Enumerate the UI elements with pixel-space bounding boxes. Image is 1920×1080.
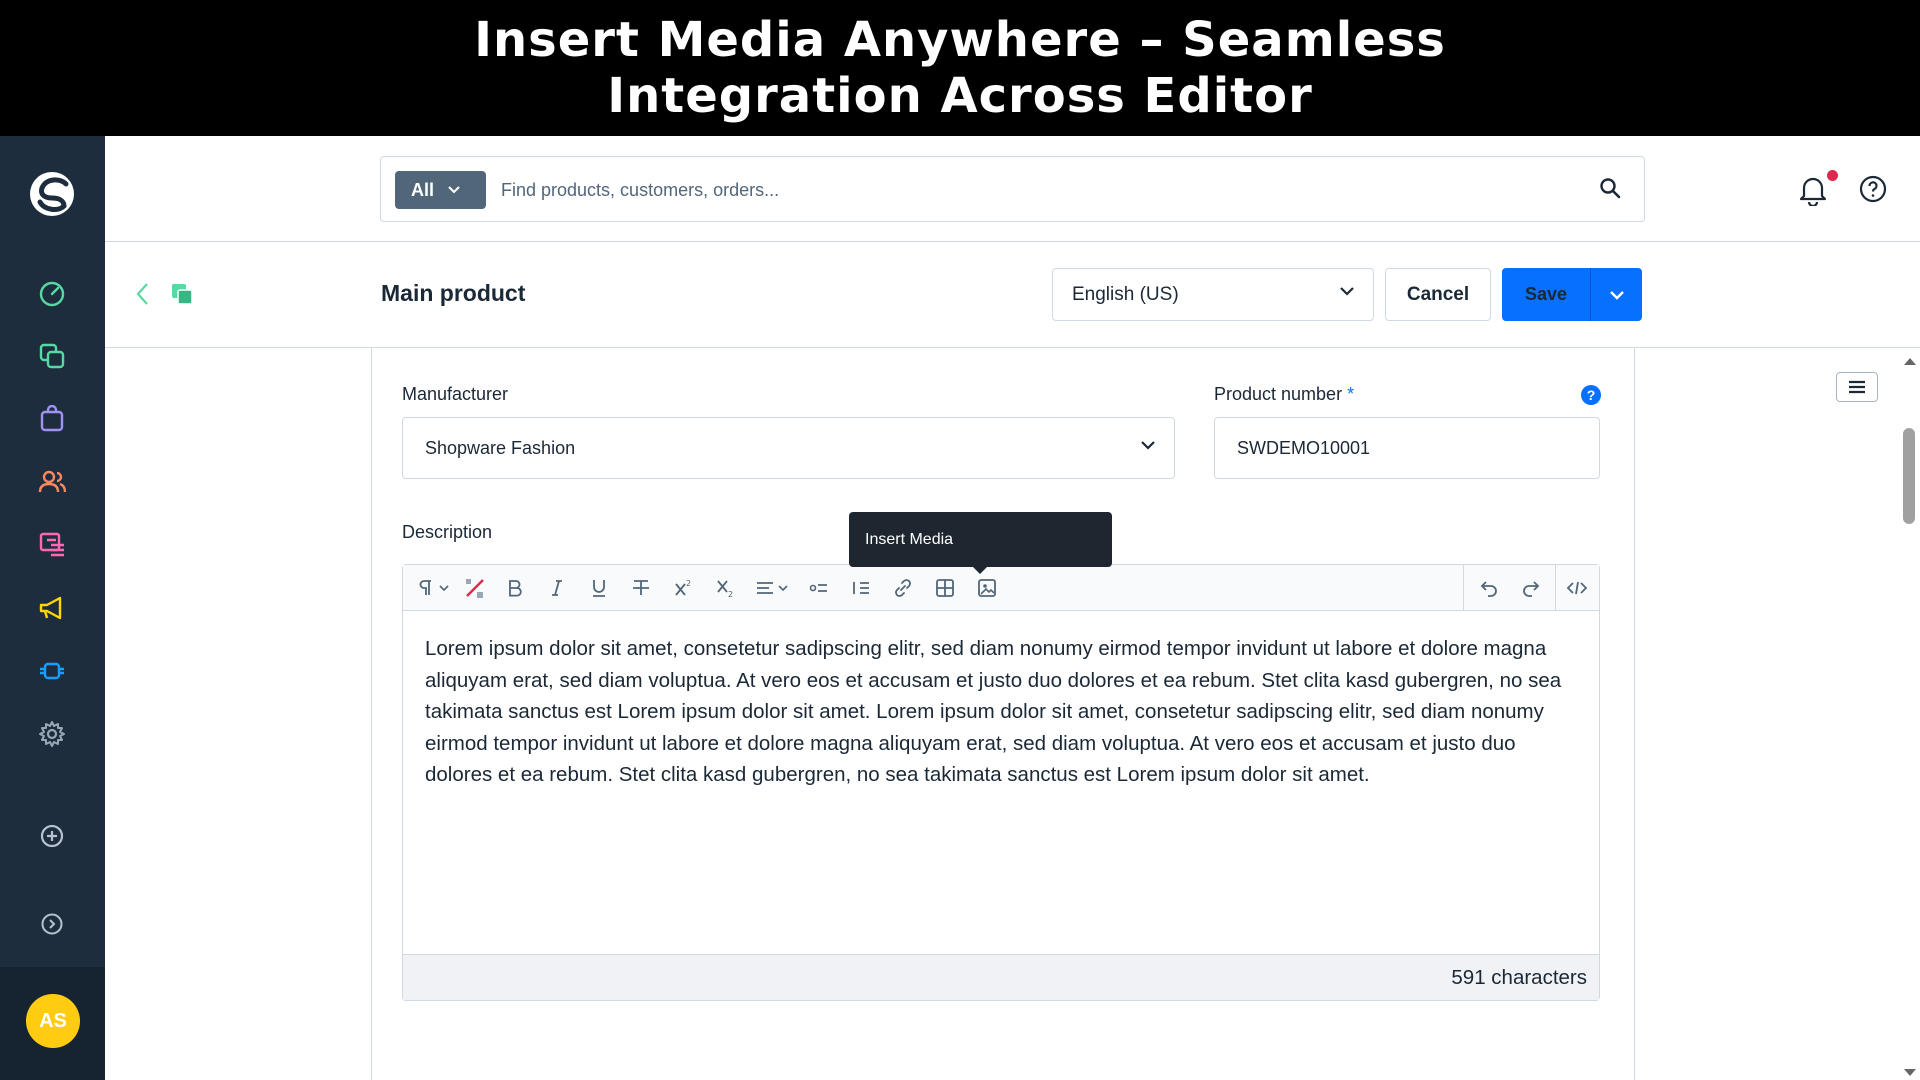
save-options-toggle[interactable]	[1591, 268, 1642, 321]
language-value: English (US)	[1072, 283, 1179, 305]
italic-icon[interactable]	[543, 575, 571, 601]
chevron-down-icon	[1141, 441, 1155, 450]
underline-icon[interactable]	[585, 575, 613, 601]
catalogues-icon[interactable]	[36, 340, 68, 372]
editor-footer: 591 characters	[403, 954, 1599, 1000]
strikethrough-icon[interactable]	[627, 575, 655, 601]
scroll-down-arrow-icon[interactable]	[1904, 1069, 1916, 1076]
avatar[interactable]: AS	[26, 994, 80, 1048]
toolbar-divider	[1555, 565, 1556, 611]
cancel-button[interactable]: Cancel	[1385, 268, 1491, 321]
bullet-list-icon[interactable]	[805, 575, 833, 601]
marketing-icon[interactable]	[36, 592, 68, 624]
expand-sidebar-icon[interactable]	[36, 908, 68, 940]
chevron-down-icon	[448, 186, 460, 194]
paragraph-format-icon[interactable]	[417, 575, 453, 601]
add-circle-icon[interactable]	[36, 820, 68, 852]
superscript-icon[interactable]: 2	[669, 575, 697, 601]
scroll-thumb[interactable]	[1903, 428, 1915, 524]
scroll-up-arrow-icon[interactable]	[1904, 358, 1916, 365]
title-banner: Insert Media Anywhere – Seamless Integra…	[0, 0, 1920, 136]
code-view-icon[interactable]	[1561, 575, 1593, 601]
save-button[interactable]: Save	[1502, 268, 1590, 321]
help-icon[interactable]	[1858, 174, 1888, 204]
extensions-icon[interactable]	[36, 655, 68, 687]
search-scope-label: All	[411, 179, 435, 200]
admin-sidebar: AS	[0, 136, 105, 1080]
global-search: All	[380, 156, 1645, 222]
back-arrow-icon[interactable]	[135, 282, 149, 306]
search-scope-dropdown[interactable]: All	[395, 171, 486, 209]
product-number-field[interactable]: SWDEMO10001	[1214, 417, 1600, 479]
manufacturer-value: Shopware Fashion	[425, 437, 576, 458]
manufacturer-select[interactable]: Shopware Fashion	[402, 417, 1175, 479]
save-button-group: Save	[1502, 268, 1642, 321]
svg-text:2: 2	[686, 579, 691, 588]
language-switch[interactable]: English (US)	[1052, 268, 1374, 321]
hamburger-icon	[1849, 380, 1865, 394]
product-number-label: Product number *	[1214, 384, 1354, 405]
sidebar-user-section: AS	[0, 967, 105, 1080]
product-module-icon	[172, 284, 193, 305]
page-title: Main product	[381, 280, 526, 306]
page-scrollbar[interactable]	[1900, 348, 1920, 1080]
orders-icon[interactable]	[36, 403, 68, 435]
undo-icon[interactable]	[1473, 575, 1505, 601]
required-marker: *	[1347, 384, 1355, 404]
toolbar-divider	[1463, 565, 1464, 611]
settings-icon[interactable]	[36, 718, 68, 750]
search-input[interactable]	[501, 171, 1501, 209]
subscript-icon[interactable]: 2	[711, 575, 739, 601]
numbered-list-icon[interactable]	[847, 575, 875, 601]
text-align-icon[interactable]	[753, 575, 795, 601]
search-icon[interactable]	[1598, 176, 1622, 200]
text-editor: 2 2 Lorem ipsum dolor sit amet, consetet…	[402, 564, 1600, 1001]
bold-icon[interactable]	[501, 575, 529, 601]
chevron-down-icon	[1340, 287, 1354, 296]
manufacturer-label: Manufacturer	[402, 384, 509, 404]
smart-bar: Main product English (US) Cancel Save	[105, 242, 1920, 348]
redo-icon[interactable]	[1515, 575, 1547, 601]
product-number-value: SWDEMO10001	[1237, 437, 1371, 458]
product-number-label-text: Product number	[1214, 384, 1343, 404]
insert-media-icon[interactable]	[973, 575, 1001, 601]
editor-toolbar: 2 2	[403, 565, 1599, 611]
text-color-icon[interactable]	[461, 575, 489, 601]
svg-text:2: 2	[728, 590, 733, 598]
banner-title: Insert Media Anywhere – Seamless Integra…	[474, 12, 1446, 124]
content-icon[interactable]	[36, 529, 68, 561]
notification-badge	[1827, 170, 1838, 181]
description-label: Description	[402, 522, 493, 542]
editor-content[interactable]: Lorem ipsum dolor sit amet, consetetur s…	[425, 633, 1585, 791]
sidebar-menu-button[interactable]	[1836, 372, 1878, 402]
chevron-down-icon	[1609, 290, 1624, 300]
top-header: All	[105, 136, 1920, 242]
help-badge-icon[interactable]: ?	[1581, 385, 1601, 405]
link-icon[interactable]	[889, 575, 917, 601]
customers-icon[interactable]	[36, 466, 68, 498]
dashboard-icon[interactable]	[36, 277, 68, 309]
table-icon[interactable]	[931, 575, 959, 601]
insert-media-tooltip: Insert Media	[849, 512, 1112, 574]
character-count: 591 characters	[1451, 966, 1587, 989]
notification-bell-icon[interactable]	[1798, 174, 1828, 206]
shopware-logo-icon[interactable]	[28, 170, 76, 218]
